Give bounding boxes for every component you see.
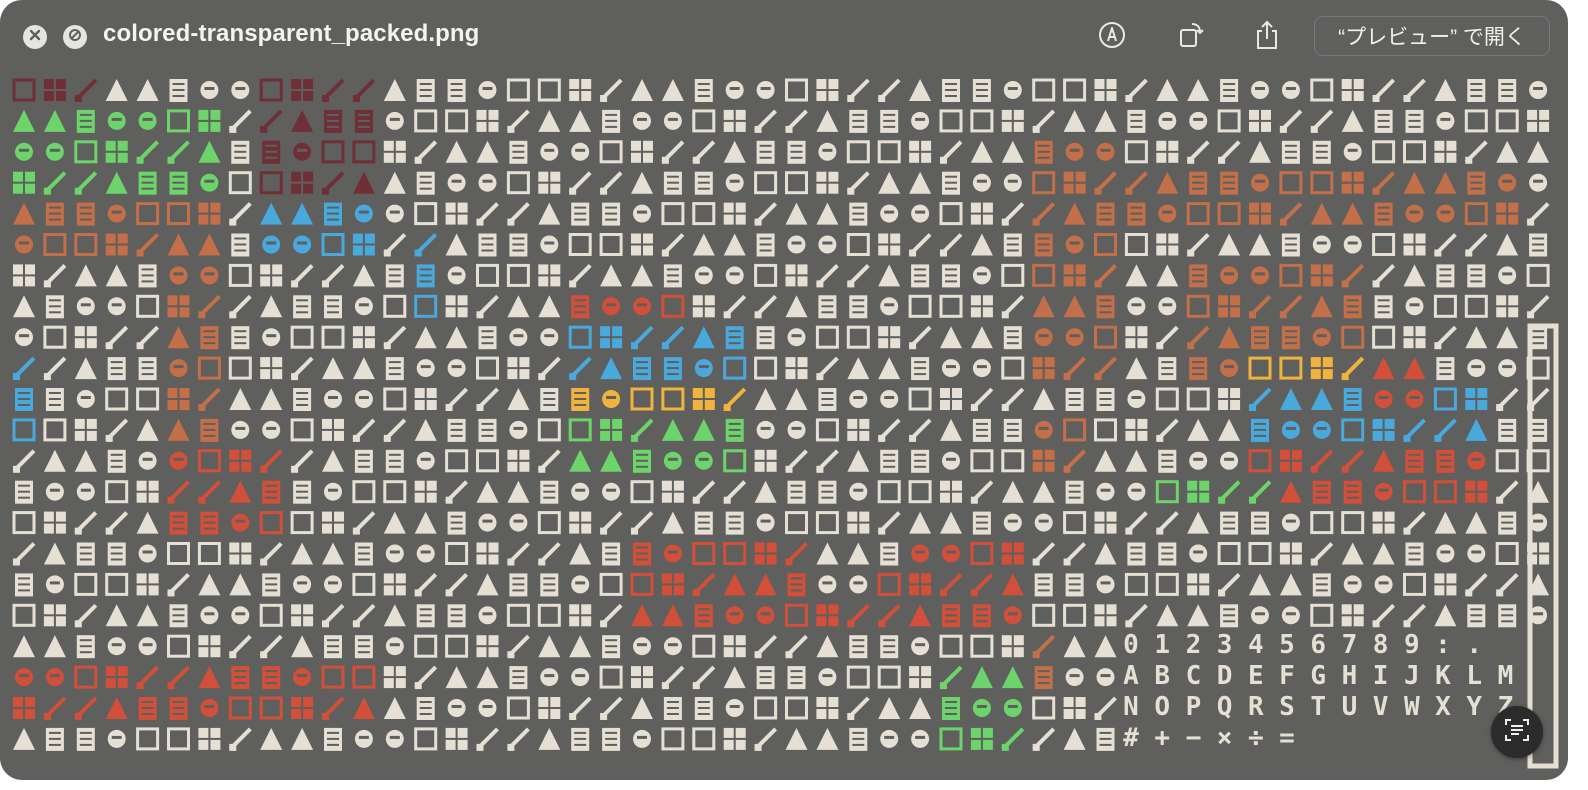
letters-row-1-glyph: K [1435,661,1451,691]
letters-row-2-glyph: P [1186,692,1202,722]
digits-row-glyph: 9 [1404,630,1420,660]
slash-circle-icon [68,28,82,47]
letters-row-2-glyph: R [1248,692,1264,722]
digits-row-glyph: . [1466,630,1482,660]
letters-row-1-glyph: J [1404,661,1420,691]
digits-row-glyph: 2 [1186,630,1202,660]
letters-row-2-glyph: Y [1466,692,1482,722]
rotate-button[interactable] [1173,19,1209,55]
letters-row-1-glyph: F [1279,661,1295,691]
letters-row-1-glyph: C [1186,661,1202,691]
digits-row-glyph: 4 [1248,630,1264,660]
symbols-row-glyph: # [1123,723,1139,753]
letters-row-2-glyph: O [1154,692,1170,722]
digits-row-glyph: 7 [1342,630,1358,660]
symbols-row-glyph: = [1279,723,1295,753]
digits-row-glyph: : [1435,630,1451,660]
letters-row-2-glyph: Q [1217,692,1233,722]
quicklook-window: colored-transparent_packed.png “プレビュー” で… [0,0,1568,780]
symbols-row-glyph: × [1217,723,1233,753]
live-text-icon [1503,716,1531,749]
letters-row-2-glyph: T [1310,692,1326,722]
share-icon [1252,19,1282,56]
letters-row-1-glyph: M [1498,661,1514,691]
close-button[interactable] [23,25,47,49]
letters-row-1-glyph: E [1248,661,1264,691]
letters-row-2-glyph: V [1373,692,1389,722]
letters-row-2-glyph: S [1279,692,1295,722]
digits-row-glyph: 6 [1310,630,1326,660]
symbols-row-glyph: + [1154,723,1170,753]
digits-row-glyph: 1 [1154,630,1170,660]
rotate-icon [1176,20,1206,55]
digits-row-glyph: 5 [1279,630,1295,660]
letters-row-1-glyph: A [1123,661,1139,691]
title-bar: colored-transparent_packed.png “プレビュー” で… [0,0,1568,72]
xmark-circle-icon [28,28,42,47]
digits-row-glyph: 3 [1217,630,1233,660]
symbols-row-glyph: − [1186,723,1202,753]
window-title: colored-transparent_packed.png [103,20,480,47]
letters-row-1-glyph: I [1373,661,1389,691]
letters-row-2-glyph: U [1342,692,1358,722]
sprite-sheet-image: 0 1 2 3 4 5 6 7 8 9:. A B C D E F G H I J K L M N O P Q R S T U V W X Y Z # +… [0,72,1568,780]
open-in-preview-button[interactable]: “プレビュー” で開く [1314,16,1550,56]
letters-row-2-glyph: W [1404,692,1420,722]
pen-circle-icon [1097,20,1127,55]
letters-row-1-glyph: L [1466,661,1482,691]
symbols-row-glyph: ÷ [1248,723,1264,753]
hide-button[interactable] [63,25,87,49]
sprite-tiles: 0 1 2 3 4 5 6 7 8 9: .A B C D E F G H I J K L MN O P Q R S T U V W X Y Z# +… [12,78,1559,769]
letters-row-2-glyph: X [1435,692,1451,722]
digits-row-glyph: 0 [1123,630,1139,660]
digits-row-glyph: 8 [1373,630,1389,660]
markup-button[interactable] [1094,19,1130,55]
letters-row-1-glyph: H [1342,661,1358,691]
letters-row-1-glyph: G [1310,661,1326,691]
live-text-button[interactable] [1491,706,1543,758]
share-button[interactable] [1249,19,1285,55]
letters-row-1-glyph: B [1154,661,1170,691]
letters-row-1-glyph: D [1217,661,1233,691]
letters-row-2-glyph: N [1123,692,1139,722]
